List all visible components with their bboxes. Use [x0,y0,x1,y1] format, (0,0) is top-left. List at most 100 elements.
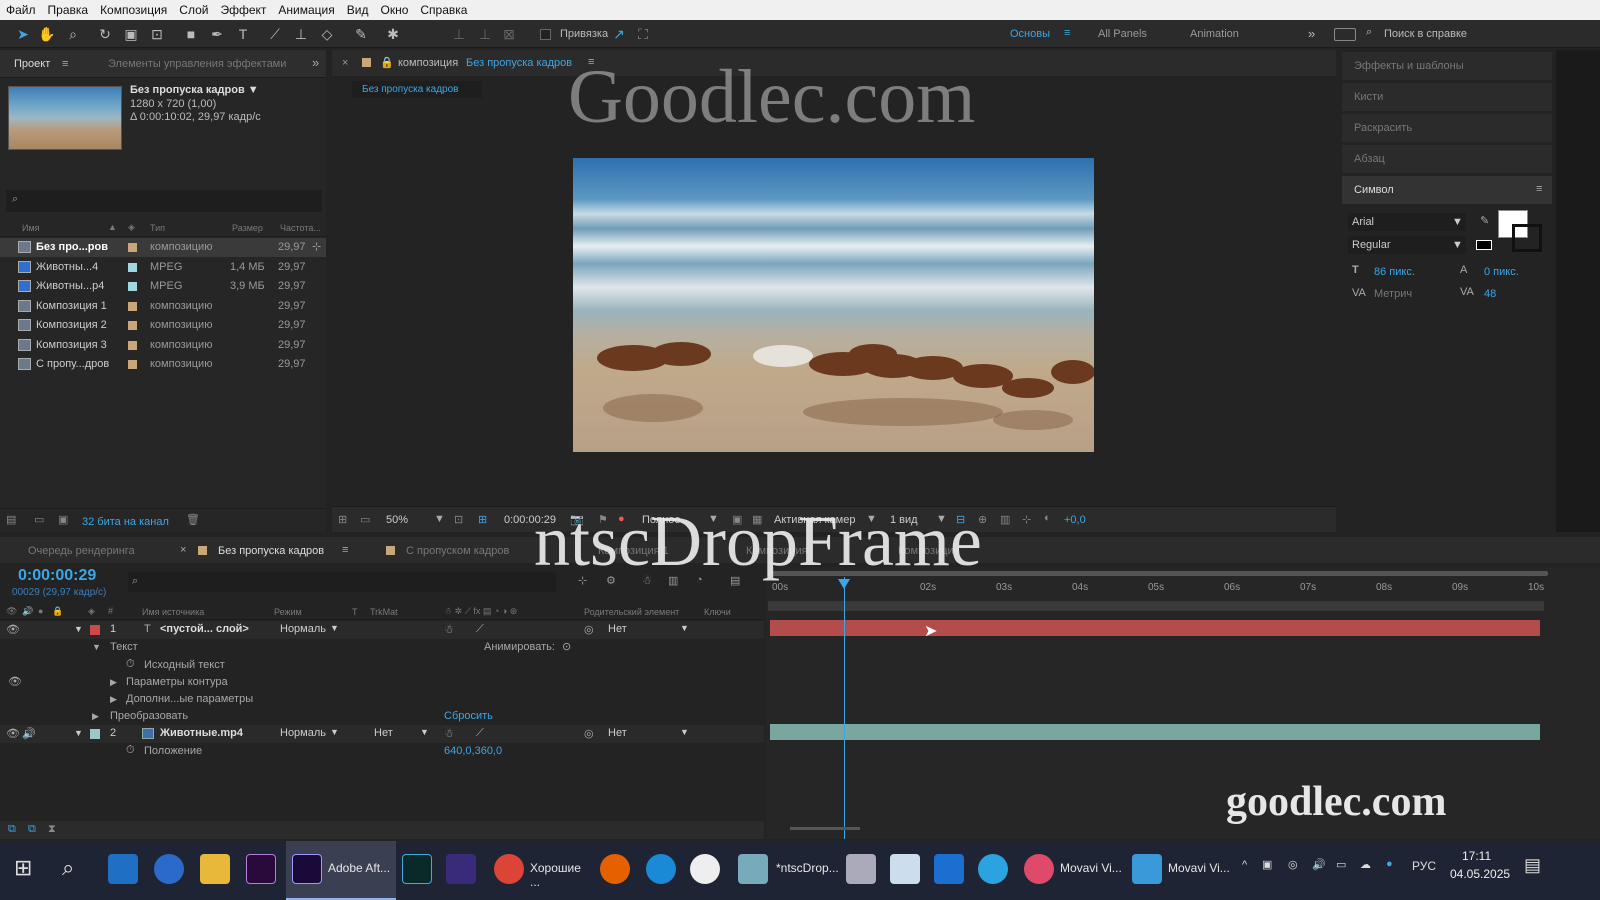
fit-icon[interactable]: ⊡ [454,513,463,526]
axis-local-icon[interactable]: ⊥ [450,25,468,43]
project-item[interactable]: Животны...4 MPEG 1,4 МБ 29,97 [0,258,326,277]
taskbar-after-effects[interactable]: Adobe Aft... [286,841,396,900]
interpret-footage-icon[interactable]: ▤ [6,513,16,526]
layer-parent[interactable]: Нет [608,727,627,739]
zoom-tool-icon[interactable]: ⌕ [64,25,82,43]
shy-switch-icon[interactable]: ☃ [444,727,454,740]
chevron-down-icon[interactable]: ▼ [420,727,429,737]
yandex-icon[interactable] [690,854,720,884]
camera-tool-icon[interactable]: ▣ [122,25,140,43]
tab-render-queue[interactable]: Очередь рендеринга [28,545,135,557]
layer-row-2[interactable]: 👁 🔊 ▼ 2 Животные.mp4 Нормаль ▼ Нет ▼ ☃ ⟋… [0,725,764,743]
audio-icon[interactable]: 🔊 [22,727,36,740]
sync-settings-icon[interactable] [1334,28,1356,41]
menu-layer[interactable]: Слой [179,3,208,17]
timeline-search-input[interactable]: ⌕ [128,572,556,592]
menu-view[interactable]: Вид [347,3,369,17]
volume-icon[interactable]: 🔊 [1312,858,1326,871]
kerning-value[interactable]: Метрич [1374,288,1412,300]
toggle-render-time-icon[interactable]: ⧗ [48,823,56,836]
comp-name[interactable]: Без пропуска кадров ▼ [130,84,259,96]
layer-mode[interactable]: Нормаль [280,623,326,635]
viewer-tab-name[interactable]: Без пропуска кадров [466,57,572,69]
item-label-color[interactable] [128,360,137,369]
visual-studio-icon[interactable] [446,854,476,884]
flowchart-icon[interactable]: ⊹ [1022,513,1031,526]
workspace-all-panels[interactable]: All Panels [1098,28,1147,40]
tab-project[interactable]: Проект [14,58,50,70]
item-label-color[interactable] [128,262,137,272]
column-name[interactable]: Имя [22,223,40,233]
layer-mode[interactable]: Нормаль [280,727,326,739]
leading-value[interactable]: 0 пикс. [1484,266,1519,278]
more-workspaces-icon[interactable]: » [1308,26,1315,41]
axis-world-icon[interactable]: ⊥ [476,25,494,43]
tray-app-icon[interactable]: ▣ [1262,858,1272,871]
twirl-down-icon[interactable]: ▼ [92,642,101,652]
prop-more-options[interactable]: Дополни...ые параметры [126,693,253,705]
tab-no-drop-frame[interactable]: Без пропуска кадров [218,545,324,557]
clone-stamp-tool-icon[interactable]: ⊥ [292,25,310,43]
taskbar-movavi-2[interactable]: Movavi Vi... [1128,841,1232,900]
panel-paint[interactable]: Раскрасить [1342,114,1552,142]
rectangle-tool-icon[interactable]: ■ [182,25,200,43]
item-label-color[interactable] [128,243,137,252]
tab-effect-controls[interactable]: Элементы управления эффектами [108,58,286,70]
layer-name[interactable]: <пустой... слой> [160,623,249,635]
twirl-down-icon[interactable]: ▼ [74,728,83,738]
outlook-icon[interactable] [108,854,138,884]
project-item[interactable]: Композиция 2 композицию 29,97 [0,316,326,335]
toggle-switches-icon[interactable]: ⧉ [8,823,16,836]
cloud-icon[interactable]: ☁ [1360,858,1371,871]
project-item[interactable]: Животны...p4 MPEG 3,9 МБ 29,97 [0,277,326,296]
tab-drop-frame[interactable]: С пропуском кадров [406,545,509,557]
twirl-right-icon[interactable]: ▶ [110,694,117,705]
tab-menu-icon[interactable]: ≡ [342,544,348,556]
item-label-color[interactable] [128,301,137,311]
stopwatch-icon[interactable]: ⏱ [126,658,135,671]
column-parent[interactable]: Родительский элемент [584,607,679,617]
column-type[interactable]: Тип [150,223,165,233]
snap-checkbox[interactable] [540,29,551,40]
zoom-dropdown-icon[interactable]: ▼ [434,513,445,525]
column-keys[interactable]: Ключи [704,607,731,617]
font-size-value[interactable]: 86 пикс. [1374,266,1415,278]
taskbar-notepad[interactable]: *ntscDrop... [734,841,844,900]
tray-chevron-icon[interactable]: ^ [1242,859,1247,871]
clock-date[interactable]: 04.05.2025 [1450,867,1510,881]
visibility-eye-icon[interactable]: 👁 [6,727,20,740]
eyedropper-icon[interactable]: ✎ [1480,214,1489,227]
grid-icon[interactable]: ⊞ [478,513,487,526]
project-item[interactable]: Композиция 1 композицию 29,97 [0,297,326,316]
panel-paragraph[interactable]: Абзац [1342,145,1552,173]
exposure-icon[interactable]: ◐ [1044,512,1051,524]
shy-switch-icon[interactable]: ☃ [444,623,454,636]
label-column-icon[interactable]: ◈ [128,222,135,233]
new-folder-icon[interactable]: ▭ [34,513,44,526]
timeline-timecode[interactable]: 0:00:00:29 [18,567,96,585]
column-size[interactable]: Размер [232,223,263,233]
font-family-select[interactable]: Arial ▼ [1348,213,1466,231]
animate-label[interactable]: Анимировать: [484,641,555,653]
layer-label-red[interactable] [90,625,100,635]
bit-depth-button[interactable]: 32 бита на канал [82,516,169,528]
taskbar-movavi-1[interactable]: Movavi Vi... [1020,841,1124,900]
axis-view-icon[interactable]: ⊠ [500,25,518,43]
pick-whip-icon[interactable]: ◎ [584,623,594,636]
calculator-icon[interactable] [846,854,876,884]
tray-network-icon[interactable]: ◎ [1288,858,1298,871]
project-item[interactable]: С пропу...дров композицию 29,97 [0,355,326,374]
project-menu-icon[interactable]: ≡ [62,58,68,70]
search-icon[interactable]: ⌕ [62,855,74,881]
brush-tool-icon[interactable]: ⟋ [266,25,284,43]
panel-effects-presets[interactable]: Эффекты и шаблоны [1342,52,1552,80]
black-swatch[interactable] [1476,240,1492,250]
project-item[interactable]: Без про...ров композицию 29,97 ⊹ [0,238,326,257]
roto-brush-tool-icon[interactable]: ✎ [352,25,370,43]
lock-icon[interactable]: 🔒 [380,56,394,69]
menu-animation[interactable]: Анимация [278,3,334,17]
column-mode[interactable]: Режим [274,607,302,617]
snap-options-icon[interactable]: ↗ [610,25,628,43]
defender-icon[interactable] [934,854,964,884]
font-style-select[interactable]: Regular ▼ [1348,236,1466,254]
